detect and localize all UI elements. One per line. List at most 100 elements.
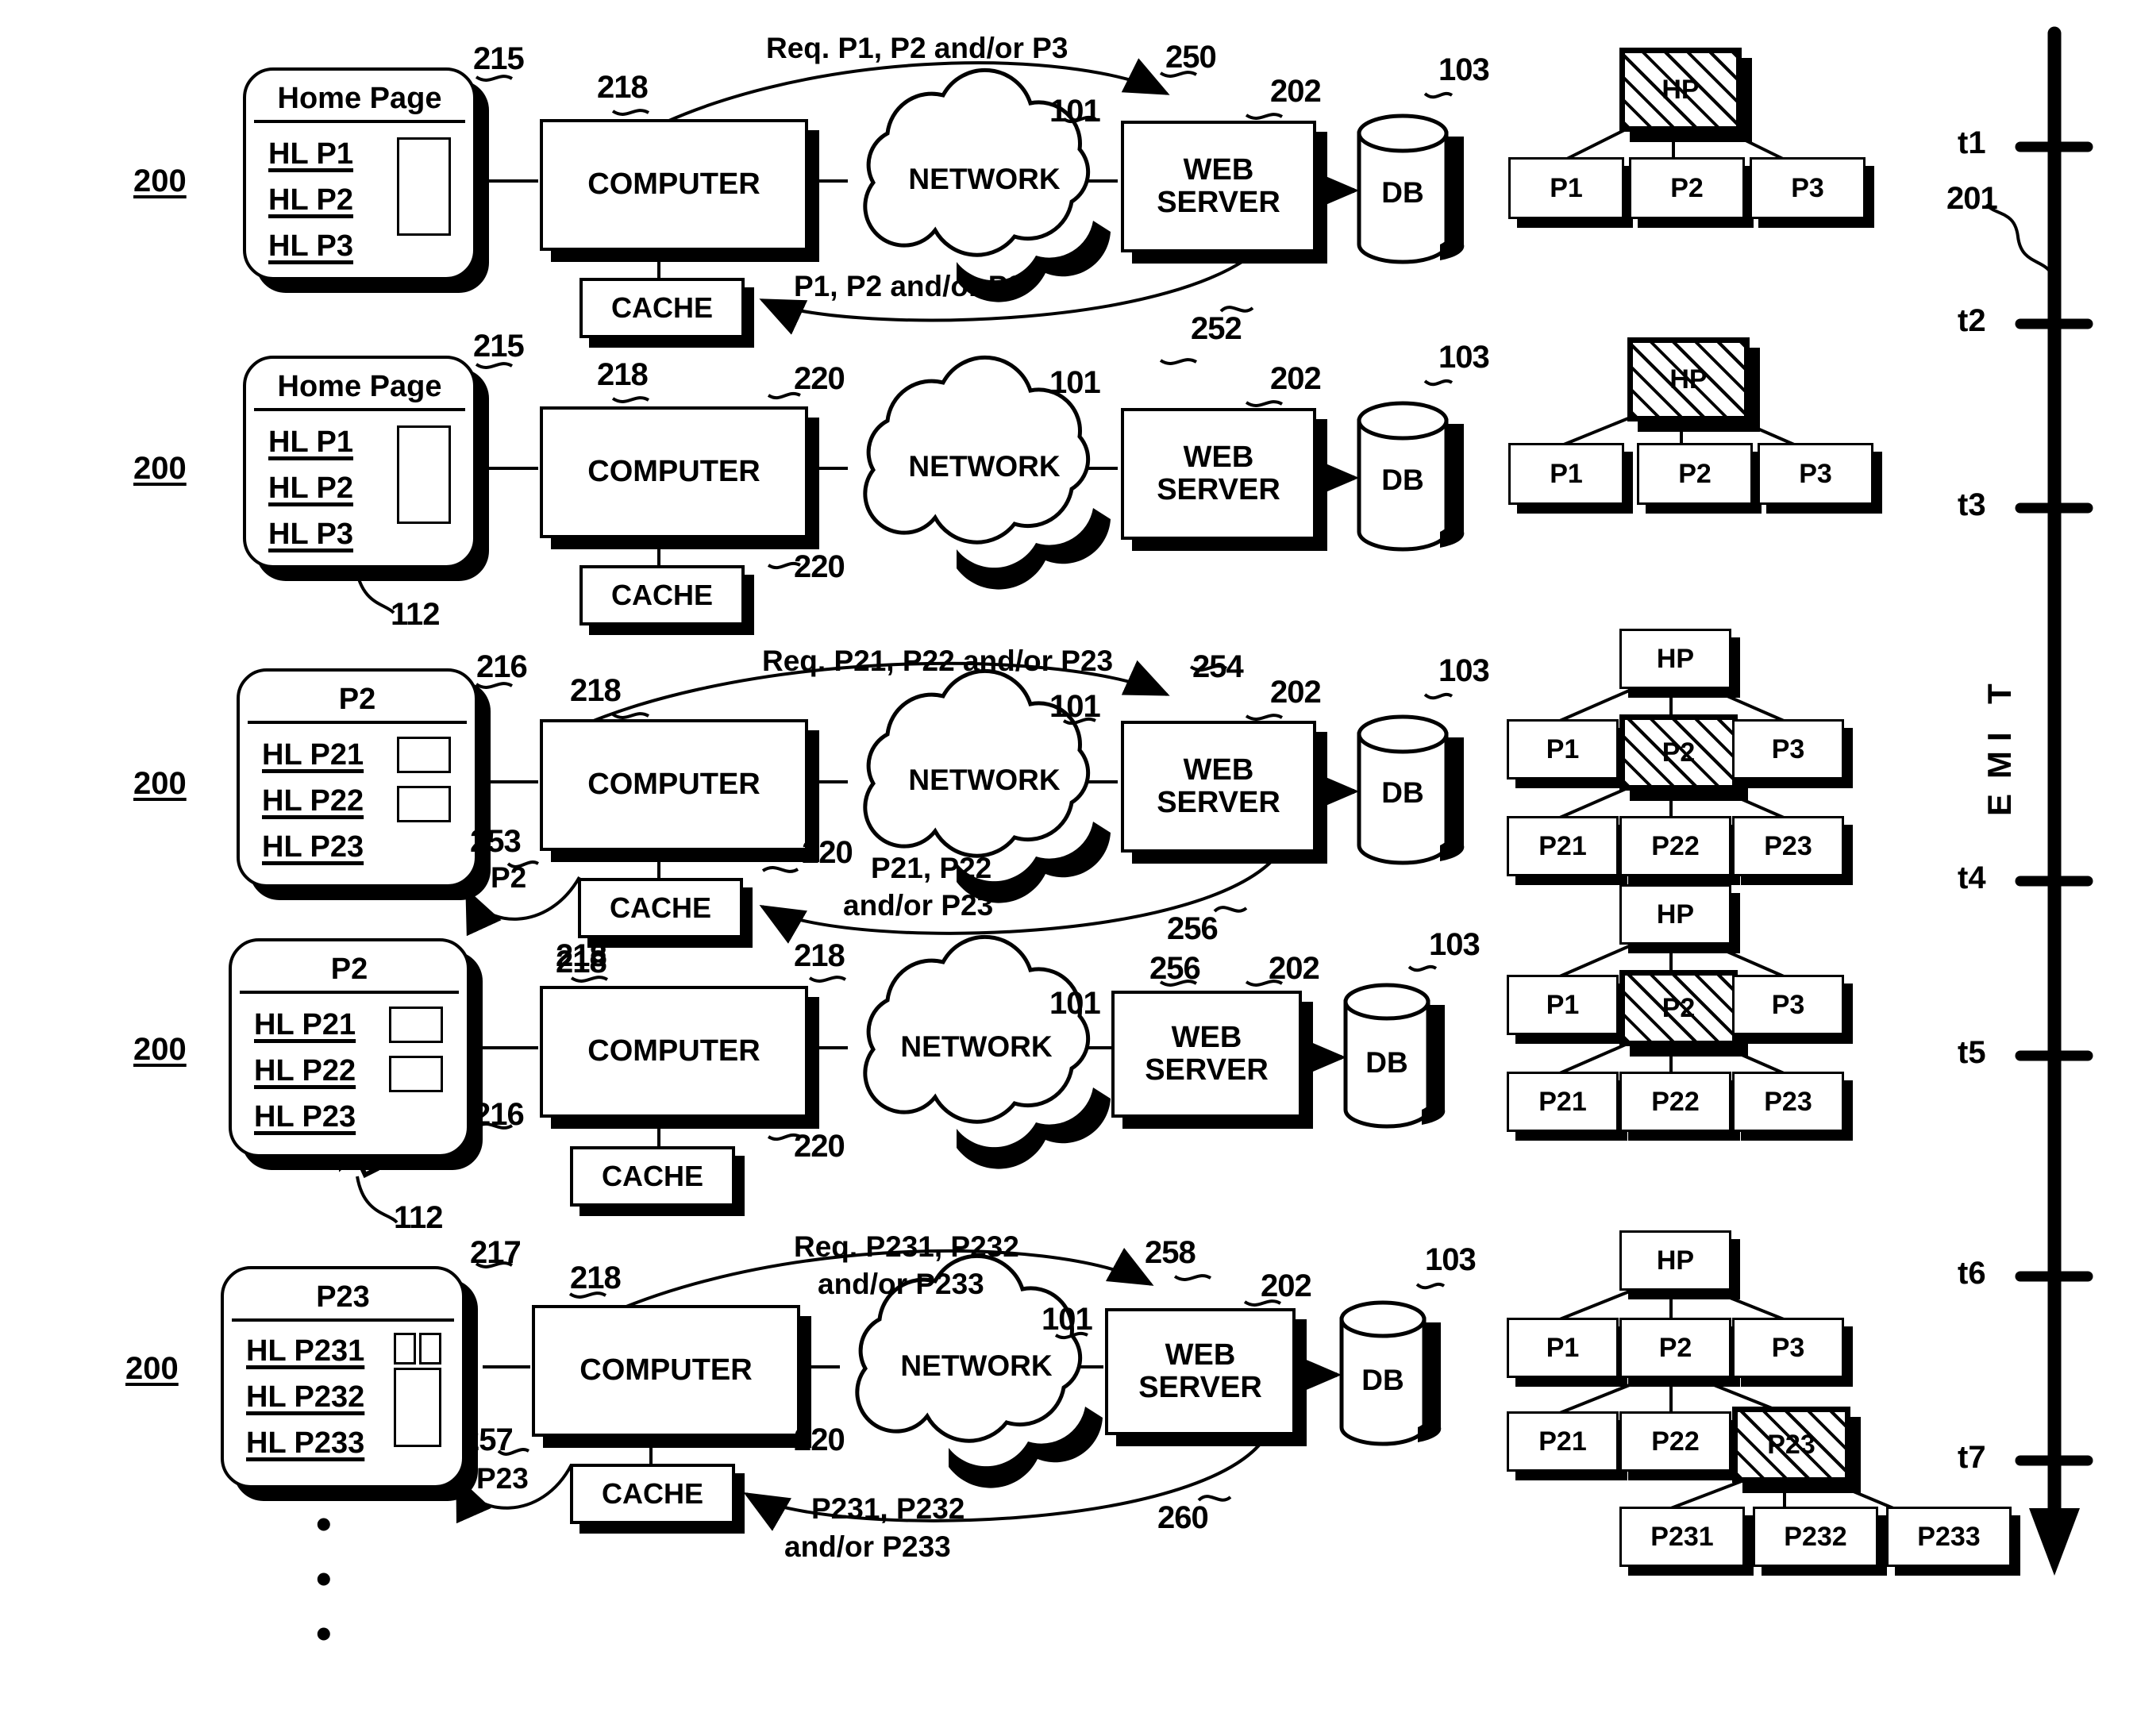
browser-window-p23[interactable]: P23 HL P231 HL P232 HL P233 [221,1266,465,1488]
tree-node-hp-row3[interactable]: HP [1619,629,1731,689]
hyperlink-hl-p233[interactable]: HL P233 [246,1426,364,1461]
hyperlink-hl-p22-2[interactable]: HL P22 [254,1054,356,1088]
tree-node-p23-row5[interactable]: P23 [1732,1407,1850,1483]
time-tick-label-t7: t7 [1958,1440,1986,1475]
ref-253: 253 [470,824,522,859]
tree-node-p21-row4[interactable]: P21 [1507,1072,1619,1132]
tree-node-p2-row2[interactable]: P2 [1637,443,1753,505]
tree-node-p1-row4[interactable]: P1 [1507,975,1619,1035]
computer-box-1[interactable]: COMPUTER [540,119,808,251]
tree-node-p1-label-row3: P1 [1546,733,1580,764]
tree-node-hp-row4[interactable]: HP [1619,884,1731,945]
web-server-box-1[interactable]: WEB SERVER [1121,121,1316,252]
hyperlink-hl-p2-1[interactable]: HL P2 [268,183,353,217]
cache-label-3: CACHE [609,891,711,924]
content-placeholder-5c [394,1368,441,1447]
tree-node-p1-row3[interactable]: P1 [1507,719,1619,779]
ellipsis-dot-1: • [316,1499,332,1549]
browser-window-home-page-1[interactable]: Home Page HL P1 HL P2 HL P3 [243,67,476,280]
cache-box-2[interactable]: CACHE [579,565,745,625]
time-tick-label-t1: t1 [1958,125,1986,160]
computer-box-4[interactable]: COMPUTER [540,986,808,1118]
tree-node-p21-row5[interactable]: P21 [1507,1411,1619,1472]
tree-node-p3-row1[interactable]: P3 [1750,157,1866,219]
tree-node-p1-row1[interactable]: P1 [1508,157,1624,219]
cache-box-4[interactable]: CACHE [570,1146,735,1207]
hyperlink-hl-p1-1[interactable]: HL P1 [268,137,353,171]
cache-box-1[interactable]: CACHE [579,278,745,338]
tree-node-p23-row3[interactable]: P23 [1732,816,1844,876]
computer-box-2[interactable]: COMPUTER [540,406,808,538]
browser-window-p2-1[interactable]: P2 HL P21 HL P22 HL P23 [237,668,478,887]
ref-202-row4: 202 [1269,951,1320,986]
browser-content-1: HL P1 HL P2 HL P3 [246,123,473,274]
ref-202-row2: 202 [1270,361,1322,396]
tree-node-p23-row4[interactable]: P23 [1732,1072,1844,1132]
web-server-box-3[interactable]: WEB SERVER [1121,721,1316,853]
tree-node-p2-row5[interactable]: P2 [1619,1318,1731,1378]
db-label-4: DB [1365,1046,1408,1079]
computer-box-5[interactable]: COMPUTER [532,1305,800,1437]
tree-node-p23-label-row4: P23 [1764,1086,1812,1117]
tree-node-p21-row3[interactable]: P21 [1507,816,1619,876]
hyperlink-hl-p23-2[interactable]: HL P23 [254,1100,356,1134]
hyperlink-hl-p23-1[interactable]: HL P23 [262,830,364,864]
hyperlink-hl-p21-2[interactable]: HL P21 [254,1008,356,1042]
tree-node-p3-row2[interactable]: P3 [1758,443,1873,505]
browser-title-5: P23 [316,1280,370,1314]
tree-node-p232-row5[interactable]: P232 [1753,1507,1878,1567]
tree-node-p22-row4[interactable]: P22 [1619,1072,1731,1132]
tree-node-p2-row4[interactable]: P2 [1619,970,1738,1046]
network-label-5: NETWORK [900,1349,1053,1382]
web-server-box-2[interactable]: WEB SERVER [1121,408,1316,540]
hyperlink-hl-p3-2[interactable]: HL P3 [268,518,353,552]
cache-box-5[interactable]: CACHE [570,1464,735,1524]
tree-node-p1-row2[interactable]: P1 [1508,443,1624,505]
tree-node-p231-row5[interactable]: P231 [1619,1507,1745,1567]
hyperlink-hl-p1-2[interactable]: HL P1 [268,425,353,460]
tree-node-hp-row2[interactable]: HP [1627,337,1750,421]
cache-box-3[interactable]: CACHE [578,878,743,938]
tree-node-hp-row1[interactable]: HP [1619,48,1742,132]
hyperlink-hl-p231[interactable]: HL P231 [246,1334,364,1368]
hyperlink-hl-p3-1[interactable]: HL P3 [268,229,353,264]
ref-250: 250 [1165,40,1217,75]
browser-title-1: Home Page [277,82,442,115]
browser-content-2: HL P1 HL P2 HL P3 [246,411,473,562]
cursor-leader-4 [356,1176,399,1224]
web-server-box-4[interactable]: WEB SERVER [1111,991,1302,1118]
tree-node-p233-label-row5: P233 [1917,1521,1981,1552]
tree-node-hp-label-row2: HP [1669,364,1708,395]
computer-label-3: COMPUTER [587,768,760,802]
tree-node-p22-row3[interactable]: P22 [1619,816,1731,876]
browser-title-2: Home Page [277,370,442,403]
hyperlink-hl-p22-1[interactable]: HL P22 [262,784,364,818]
browser-content-5: HL P231 HL P232 HL P233 [224,1322,462,1482]
tree-node-p22-row5[interactable]: P22 [1619,1411,1731,1472]
ref-103-row4: 103 [1429,927,1480,962]
tree-node-p233-row5[interactable]: P233 [1886,1507,2012,1567]
hyperlink-hl-p21-1[interactable]: HL P21 [262,738,364,772]
tree-node-p1-label-row5: P1 [1546,1332,1580,1363]
tree-node-p2-row1[interactable]: P2 [1629,157,1745,219]
web-server-label-line2-4: SERVER [1145,1053,1269,1087]
hyperlink-hl-p2-2[interactable]: HL P2 [268,472,353,506]
db-label-3: DB [1381,776,1424,809]
response-label-5-l2: and/or P233 [784,1530,951,1563]
tree-node-p1-row5[interactable]: P1 [1507,1318,1619,1378]
tree-node-p3-row3[interactable]: P3 [1732,719,1844,779]
tree-node-p3-row5[interactable]: P3 [1732,1318,1844,1378]
ref-220-row4: 220 [794,1129,845,1164]
tree-node-hp-row5[interactable]: HP [1619,1230,1731,1291]
ref-202-row3: 202 [1270,675,1322,710]
web-server-box-5[interactable]: WEB SERVER [1105,1308,1296,1435]
computer-box-3[interactable]: COMPUTER [540,719,808,851]
hyperlink-hl-p232[interactable]: HL P232 [246,1380,364,1415]
ref-256-row4: 256 [1149,951,1201,986]
tree-node-p3-label-row4: P3 [1771,989,1805,1020]
browser-window-home-page-2[interactable]: Home Page HL P1 HL P2 HL P3 [243,356,476,568]
web-server-label-line1-5: WEB [1165,1338,1236,1372]
browser-window-p2-2[interactable]: P2 HL P21 HL P22 HL P23 [229,938,470,1157]
tree-node-p3-row4[interactable]: P3 [1732,975,1844,1035]
tree-node-p2-row3[interactable]: P2 [1619,714,1738,791]
